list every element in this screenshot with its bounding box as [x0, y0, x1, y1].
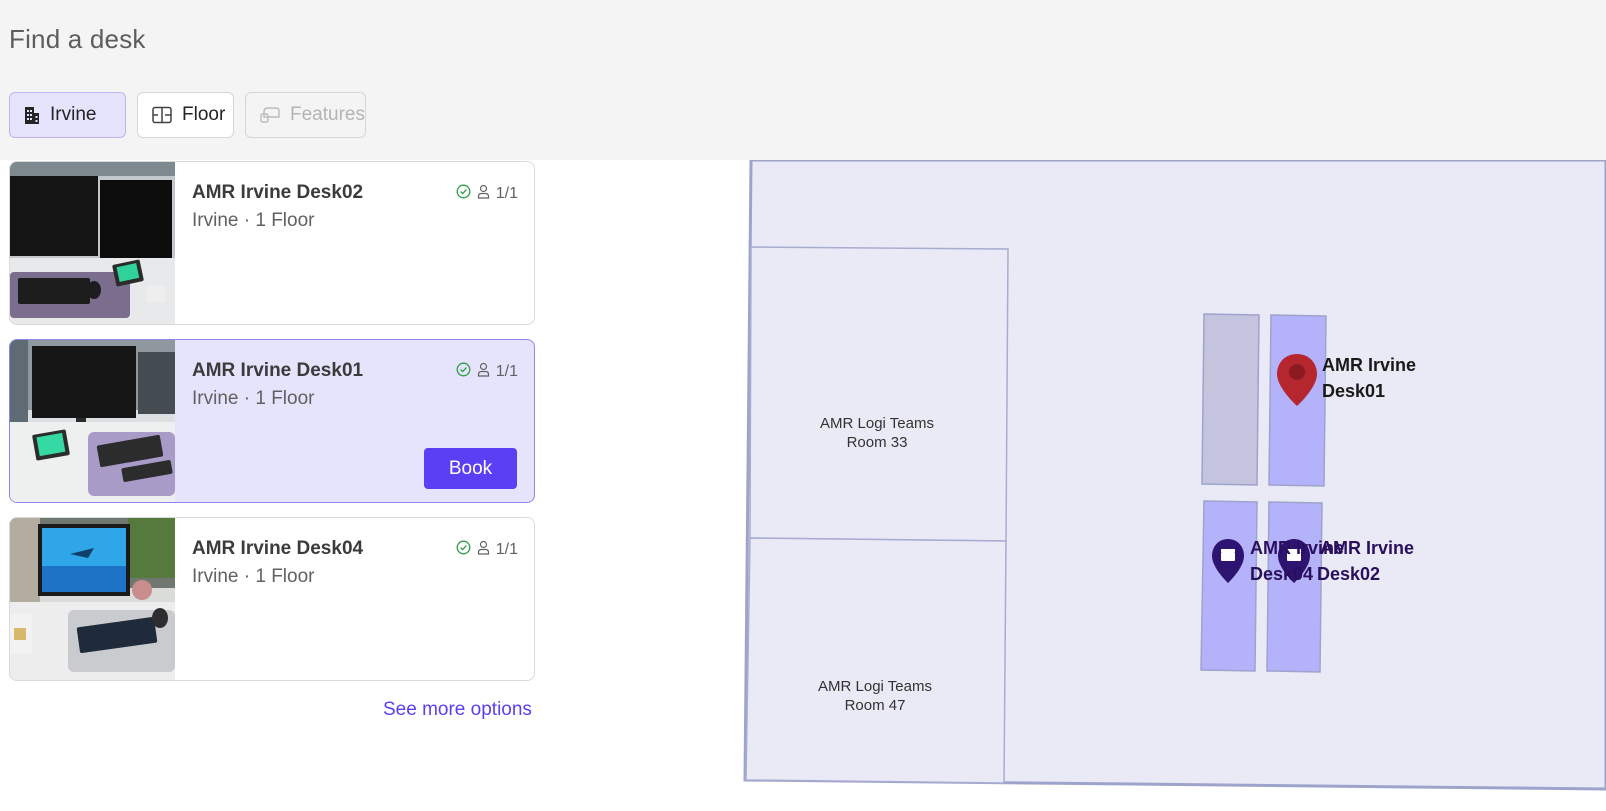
- desk-name: AMR Irvine Desk01: [192, 360, 364, 381]
- filter-floor-label: Floor: [182, 104, 226, 125]
- room-47-label-line1: AMR Logi Teams: [818, 678, 932, 695]
- pin-label-desk02-line1: AMR Irvine: [1320, 538, 1414, 558]
- header-area: Find a desk Irvine Floor Features: [0, 0, 1606, 160]
- desk-photo: [10, 162, 175, 324]
- check-circle-icon: [456, 362, 471, 382]
- pin-label-desk02-line2: Desk02: [1317, 564, 1380, 584]
- check-circle-icon: [456, 540, 471, 560]
- room-47: [745, 537, 1007, 784]
- filter-floor-button[interactable]: Floor: [137, 92, 234, 138]
- desk-name: AMR Irvine Desk02: [192, 182, 364, 203]
- person-icon: [477, 184, 490, 204]
- desk-capacity: 1/1: [495, 541, 518, 558]
- desk-availability: 1/1: [456, 362, 518, 382]
- filter-features-label: Features: [290, 104, 365, 125]
- desk-shape-desk02: [1266, 501, 1323, 673]
- filter-features-button[interactable]: Features: [245, 92, 366, 138]
- floor-map[interactable]: AMR Logi Teams Room 33 AMR Logi Teams Ro…: [740, 158, 1606, 806]
- desk-shape-unavailable: [1201, 313, 1260, 486]
- desk-availability: 1/1: [456, 540, 518, 560]
- desk-card-desk04[interactable]: AMR Irvine Desk04 Irvine · 1 Floor 1/1: [9, 517, 535, 681]
- desk-capacity: 1/1: [495, 185, 518, 202]
- building-icon: [24, 105, 40, 125]
- person-icon: [477, 540, 490, 560]
- desk-location: Irvine · 1 Floor: [192, 566, 315, 587]
- room-33-label-line2: Room 33: [847, 434, 908, 451]
- pin-label-desk01-line1: AMR Irvine: [1322, 355, 1416, 375]
- desk-photo: [10, 518, 175, 680]
- page-title: Find a desk: [9, 24, 146, 54]
- desk-card-desk02[interactable]: AMR Irvine Desk02 Irvine · 1 Floor 1/1: [9, 161, 535, 325]
- pin-label-desk04-line2: Desk04: [1250, 564, 1313, 584]
- floor-plan-icon: [152, 106, 172, 124]
- room-47-label-line2: Room 47: [845, 697, 906, 714]
- desk-card-desk01[interactable]: AMR Irvine Desk01 Irvine · 1 Floor 1/1 B…: [9, 339, 535, 503]
- check-circle-icon: [456, 184, 471, 204]
- features-icon: [260, 106, 280, 124]
- filter-building-button[interactable]: Irvine: [9, 92, 126, 138]
- desk-photo: [10, 340, 175, 502]
- pin-label-desk01-line2: Desk01: [1322, 381, 1385, 401]
- desk-availability: 1/1: [456, 184, 518, 204]
- desk-name: AMR Irvine Desk04: [192, 538, 364, 559]
- room-33: [749, 246, 1009, 542]
- person-icon: [477, 362, 490, 382]
- desk-location: Irvine · 1 Floor: [192, 210, 315, 231]
- room-33-label-line1: AMR Logi Teams: [820, 415, 934, 432]
- book-button[interactable]: Book: [424, 448, 517, 489]
- filter-building-label: Irvine: [50, 104, 97, 125]
- desk-capacity: 1/1: [495, 363, 518, 380]
- see-more-options-link[interactable]: See more options: [383, 699, 532, 721]
- desk-location: Irvine · 1 Floor: [192, 388, 315, 409]
- desk-shape-desk04: [1200, 500, 1258, 672]
